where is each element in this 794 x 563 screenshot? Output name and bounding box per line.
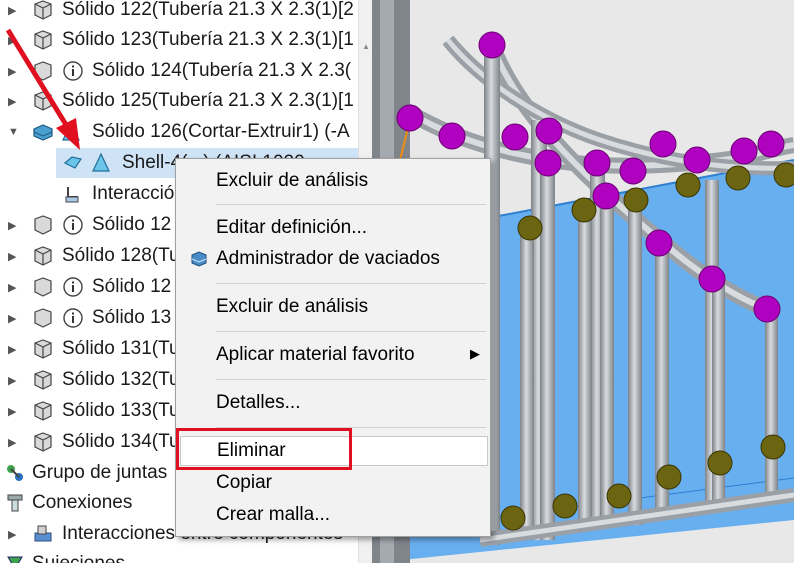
tree-item-label: Sólido 134(Tu — [62, 431, 180, 452]
tree-item-label: Conexiones — [32, 492, 133, 513]
connections-icon — [7, 494, 23, 512]
solid-body-icon — [34, 246, 52, 266]
fixtures-icon — [7, 556, 23, 563]
tree-item-label: Sólido 123(Tubería 21.3 X 2.3(1)[1 — [62, 29, 354, 50]
tree-item-label: Sólido 12 — [92, 214, 172, 235]
submenu-arrow-icon: ▶ — [470, 346, 480, 361]
tree-item-label: Grupo de juntas — [32, 462, 168, 483]
tree-item-label: Sólido 12 — [92, 276, 172, 297]
menu-item-edit-definition[interactable]: Editar definición... — [176, 213, 490, 243]
menu-item-create-mesh[interactable]: Crear malla... — [176, 500, 490, 530]
menu-item-apply-favorite-material[interactable]: Aplicar material favorito ▶ — [176, 340, 490, 370]
menu-separator — [216, 283, 486, 284]
info-icon — [63, 215, 83, 235]
menu-item-copy[interactable]: Copiar — [176, 468, 490, 498]
solid-body-icon — [34, 401, 52, 421]
tree-item-label: Interacció — [92, 183, 175, 204]
expand-icon[interactable]: ▶ — [8, 405, 16, 418]
expand-icon[interactable]: ▶ — [8, 219, 16, 232]
component-interaction-icon — [34, 525, 52, 542]
tree-item-fixtures[interactable]: Sujeciones — [0, 549, 358, 563]
tree-item-label: Sólido 13 — [92, 307, 172, 328]
expand-icon[interactable]: ▶ — [8, 436, 16, 449]
expand-icon[interactable]: ▶ — [8, 312, 16, 325]
menu-separator — [216, 331, 486, 332]
tree-item-label: Sólido 125(Tubería 21.3 X 2.3(1)[1 — [62, 90, 354, 111]
expand-icon[interactable]: ▶ — [8, 374, 16, 387]
info-icon — [63, 277, 83, 297]
tree-item-label: Sólido 131(Tu — [62, 338, 180, 359]
tree-item-label: Sólido 122(Tubería 21.3 X 2.3(1)[2 — [62, 0, 354, 20]
info-icon — [63, 308, 83, 328]
tree-item-label: Sólido 128(Tu — [62, 245, 180, 266]
expand-icon[interactable]: ▶ — [8, 528, 16, 541]
red-arrow-annotation — [5, 28, 80, 150]
tree-item-label: Sólido 132(Tu — [62, 369, 180, 390]
expand-icon[interactable]: ▶ — [8, 343, 16, 356]
solid-body-icon — [34, 308, 52, 328]
menu-item-details[interactable]: Detalles... — [176, 388, 490, 418]
solid-body-icon — [34, 215, 52, 235]
expand-icon[interactable]: ▶ — [8, 281, 16, 294]
solid-body-icon — [34, 339, 52, 359]
tree-item-label: Sujeciones — [32, 553, 125, 563]
solid-body-icon — [34, 432, 52, 452]
tree-item-label: Sólido 124(Tubería 21.3 X 2.3( — [92, 60, 352, 81]
context-menu: Excluir de análisis Editar definición...… — [175, 158, 491, 537]
menu-separator — [216, 379, 486, 380]
solid-body-icon — [34, 277, 52, 297]
menu-item-exclude-analysis[interactable]: Excluir de análisis — [176, 166, 490, 196]
interaction-icon — [65, 187, 79, 203]
tree-item-label: Sólido 126(Cortar-Extruir1) (-A — [92, 121, 350, 142]
menu-item-exclude-analysis-2[interactable]: Excluir de análisis — [176, 292, 490, 322]
expand-icon[interactable]: ▶ — [8, 250, 16, 263]
scroll-up-icon[interactable]: ▲ — [362, 42, 370, 51]
menu-separator — [216, 204, 486, 205]
tree-item-label: Sólido 133(Tu — [62, 400, 180, 421]
solid-body-icon — [34, 370, 52, 390]
delete-highlight-annotation — [176, 428, 352, 470]
joint-group-icon — [7, 465, 23, 481]
menu-item-shell-manager[interactable]: Administrador de vaciados — [176, 244, 490, 274]
shell-manager-icon — [191, 251, 207, 267]
